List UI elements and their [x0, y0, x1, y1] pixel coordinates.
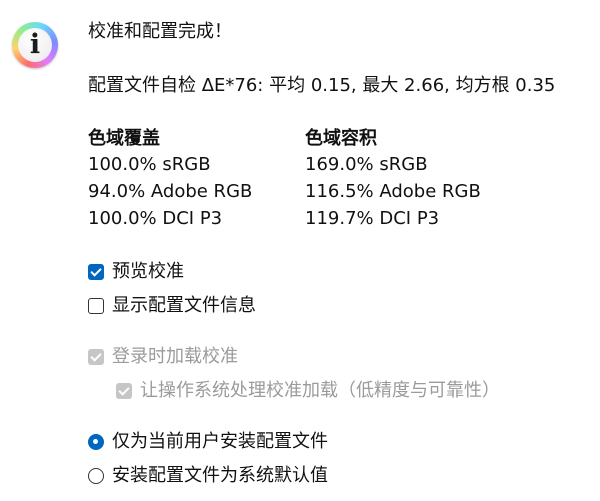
- gamut-coverage-srgb: 100.0% sRGB: [88, 154, 211, 175]
- profile-self-check-summary: 配置文件自检 ΔE*76: 平均 0.15, 最大 2.66, 均方根 0.35: [88, 75, 556, 96]
- show-profile-info-checkbox[interactable]: 显示配置文件信息: [88, 294, 256, 318]
- gamut-coverage-dci-p3: 100.0% DCI P3: [88, 208, 223, 229]
- gamut-coverage-adobe-rgb: 94.0% Adobe RGB: [88, 181, 253, 202]
- checkbox-disabled-checked-icon: [88, 349, 104, 365]
- install-current-user-label[interactable]: 仅为当前用户安装配置文件: [112, 430, 328, 454]
- info-icon: i: [12, 22, 58, 68]
- gamut-coverage-heading: 色域覆盖: [88, 128, 160, 149]
- preview-calibration-checkbox[interactable]: 预览校准: [88, 260, 184, 284]
- install-system-default-label[interactable]: 安装配置文件为系统默认值: [112, 464, 328, 488]
- preview-calibration-label[interactable]: 预览校准: [112, 260, 184, 284]
- load-calibration-on-login-label: 登录时加载校准: [112, 346, 238, 367]
- install-system-default-radio[interactable]: 安装配置文件为系统默认值: [88, 464, 328, 488]
- gamut-volume-dci-p3: 119.7% DCI P3: [305, 208, 440, 229]
- checkbox-disabled-checked-icon: [116, 383, 132, 399]
- checkbox-checked-icon[interactable]: [88, 264, 104, 280]
- radio-unselected-icon[interactable]: [88, 468, 104, 484]
- dialog-title: 校准和配置完成！: [88, 21, 232, 42]
- os-handles-calibration-checkbox: 让操作系统处理校准加载（低精度与可靠性）: [116, 379, 500, 403]
- os-handles-calibration-label: 让操作系统处理校准加载（低精度与可靠性）: [140, 380, 500, 401]
- gamut-volume-srgb: 169.0% sRGB: [305, 154, 428, 175]
- show-profile-info-label[interactable]: 显示配置文件信息: [112, 294, 256, 318]
- checkbox-unchecked-icon[interactable]: [88, 298, 104, 314]
- install-current-user-radio[interactable]: 仅为当前用户安装配置文件: [88, 430, 328, 454]
- gamut-volume-heading: 色域容积: [305, 128, 377, 149]
- gamut-volume-adobe-rgb: 116.5% Adobe RGB: [305, 181, 481, 202]
- radio-selected-icon[interactable]: [88, 434, 104, 450]
- load-calibration-on-login-checkbox: 登录时加载校准: [88, 345, 238, 369]
